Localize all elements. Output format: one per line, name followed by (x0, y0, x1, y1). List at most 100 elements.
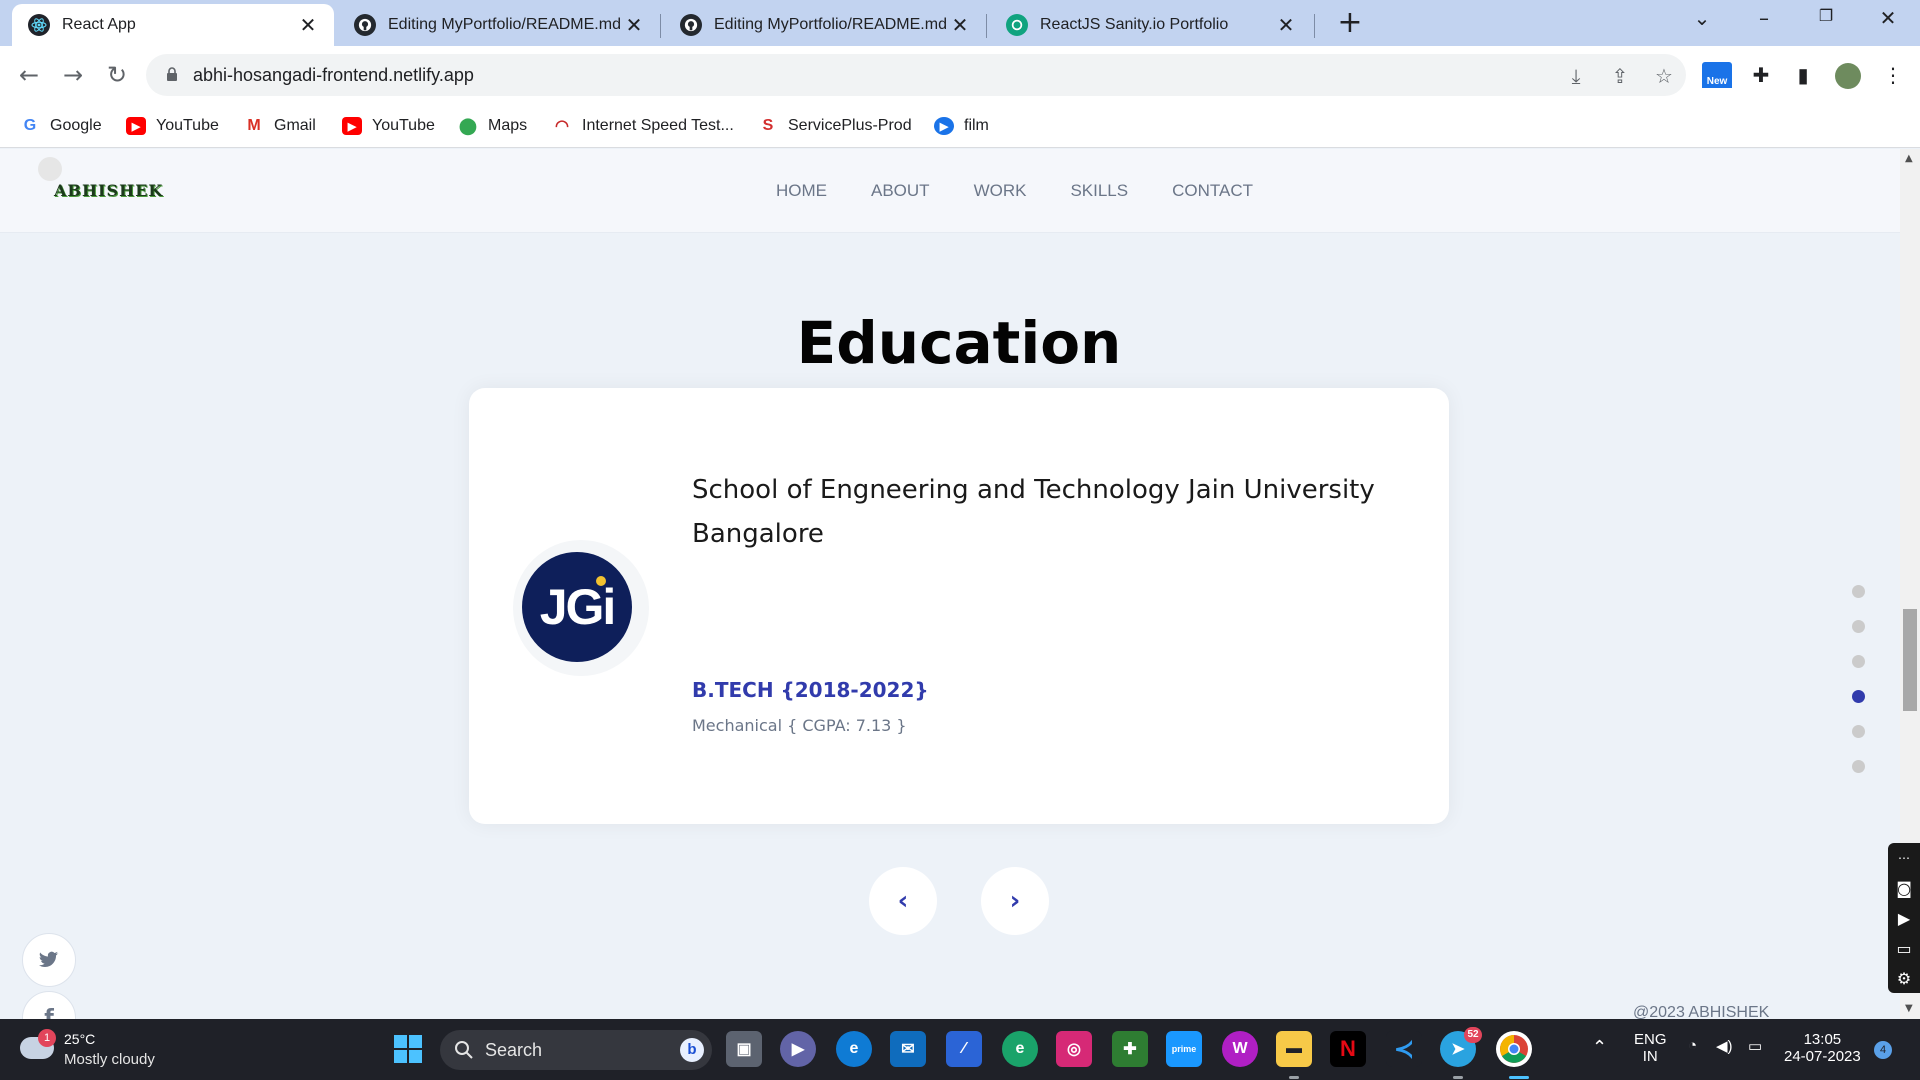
more-menu-icon[interactable]: ⋮ (1876, 58, 1910, 92)
speedtest-icon: ◠ (552, 117, 572, 135)
degree-title: B.TECH {2018-2022} (692, 678, 929, 702)
mail-icon[interactable]: ✉ (890, 1031, 926, 1067)
clock[interactable]: 13:05 24-07-2023 (1784, 1031, 1861, 1065)
game-app-icon[interactable]: ✚ (1112, 1031, 1148, 1067)
show-hidden-icons-chevron-icon[interactable]: ⌃ (1592, 1037, 1607, 1058)
facebook-icon[interactable]: f (22, 991, 76, 1019)
section-dot-work[interactable] (1852, 655, 1865, 668)
section-dot-skills-active[interactable] (1852, 690, 1865, 703)
forward-button[interactable]: → (56, 58, 90, 92)
new-tab-button[interactable]: + (1332, 8, 1368, 40)
nav-link-work[interactable]: WORK (974, 181, 1027, 201)
bookmark-serviceplus[interactable]: S ServicePlus-Prod (758, 112, 912, 140)
tab-search-chevron-icon[interactable]: ⌄ (1682, 6, 1722, 36)
side-panel-icon[interactable]: ▮ (1786, 58, 1820, 92)
google-icon: G (20, 117, 40, 135)
bookmark-star-icon[interactable]: ☆ (1652, 64, 1676, 88)
language-indicator[interactable]: ENG IN (1634, 1031, 1667, 1065)
edge-icon[interactable]: e (836, 1031, 872, 1067)
bookmark-youtube-1[interactable]: ▶ YouTube (126, 112, 219, 140)
volume-icon[interactable]: ◀) (1716, 1037, 1733, 1055)
nav-link-contact[interactable]: CONTACT (1172, 181, 1253, 201)
section-dot-contact[interactable] (1852, 760, 1865, 773)
prime-video-icon[interactable]: prime (1166, 1031, 1202, 1067)
github-icon (354, 14, 376, 36)
windows-taskbar: 1 25°C Mostly cloudy Search b ▣ ▶ e ✉ ⁄ … (0, 1019, 1920, 1080)
restore-button[interactable]: ❐ (1806, 6, 1846, 36)
battery-icon[interactable]: ▭ (1748, 1037, 1762, 1055)
tab-react-app[interactable]: React App ✕ (12, 4, 334, 46)
chrome-icon[interactable] (1496, 1031, 1532, 1067)
video-icon[interactable]: ▶ (1888, 903, 1920, 933)
next-button[interactable]: › (981, 867, 1049, 935)
bookmark-label: YouTube (156, 117, 219, 134)
share-icon[interactable]: ⇪ (1608, 64, 1632, 88)
bookmark-film[interactable]: ▶ film (934, 112, 989, 140)
tab-readme-1[interactable]: Editing MyPortfolio/README.md ✕ (338, 4, 660, 46)
clock-date: 24-07-2023 (1784, 1048, 1861, 1065)
close-tab-icon[interactable]: ✕ (1274, 13, 1298, 38)
whiteboard-icon[interactable]: ⁄ (946, 1031, 982, 1067)
bookmark-speed-test[interactable]: ◠ Internet Speed Test... (552, 112, 734, 140)
tab-readme-2[interactable]: Editing MyPortfolio/README.md ✕ (664, 4, 986, 46)
bookmark-maps[interactable]: ⬤ Maps (458, 112, 527, 140)
close-window-button[interactable]: ✕ (1868, 6, 1908, 36)
file-explorer-icon[interactable]: ▬ (1276, 1031, 1312, 1067)
window-capture-icon[interactable]: ▭ (1888, 933, 1920, 963)
tab-sanity-portfolio[interactable]: ReactJS Sanity.io Portfolio ✕ (990, 4, 1312, 46)
address-bar[interactable]: abhi-hosangadi-frontend.netlify.app ⤓ ⇪ … (146, 54, 1686, 96)
search-label: Search (485, 1040, 543, 1060)
edge-beta-icon[interactable]: e (1002, 1031, 1038, 1067)
bookmark-label: YouTube (372, 117, 435, 134)
nav-link-about[interactable]: ABOUT (871, 181, 930, 201)
openai-icon (1006, 14, 1028, 36)
close-tab-icon[interactable]: ✕ (948, 13, 972, 38)
new-badge: New (1702, 76, 1732, 88)
install-app-icon[interactable]: ⤓ (1564, 64, 1588, 88)
section-dot-about[interactable] (1852, 620, 1865, 633)
profile-avatar[interactable] (1830, 58, 1864, 92)
settings-gear-icon[interactable]: ⚙ (1888, 963, 1920, 993)
extension-new-icon[interactable]: New (1700, 58, 1734, 92)
netflix-icon[interactable]: N (1330, 1031, 1366, 1067)
bookmarks-bar: G Google ▶ YouTube M Gmail ▶ YouTube ⬤ M… (0, 104, 1920, 148)
extensions-puzzle-icon[interactable]: ✚ (1744, 58, 1778, 92)
vscode-icon[interactable]: ≺ (1386, 1031, 1422, 1067)
twitter-icon[interactable] (22, 933, 76, 987)
teams-chat-icon[interactable]: ▶ (780, 1031, 816, 1067)
bing-icon[interactable]: b (680, 1038, 704, 1062)
bookmark-youtube-2[interactable]: ▶ YouTube (342, 112, 435, 140)
logo-decoration (38, 157, 62, 181)
bookmark-gmail[interactable]: M Gmail (244, 112, 316, 140)
wps-office-icon[interactable]: W (1222, 1031, 1258, 1067)
notification-count[interactable]: 4 (1874, 1041, 1892, 1059)
bookmark-google[interactable]: G Google (20, 112, 102, 140)
reload-button[interactable]: ↻ (100, 58, 134, 92)
close-tab-icon[interactable]: ✕ (622, 13, 646, 38)
task-view-icon[interactable]: ▣ (726, 1031, 762, 1067)
wifi-icon[interactable]: ◔ (1688, 1037, 1697, 1054)
site-logo[interactable]: ABHISHEK (54, 181, 163, 200)
section-dot-home[interactable] (1852, 585, 1865, 598)
taskbar-search[interactable]: Search b (440, 1030, 712, 1070)
start-button[interactable] (390, 1031, 426, 1067)
scroll-down-icon[interactable]: ▼ (1905, 1003, 1913, 1014)
bookmark-label: Internet Speed Test... (582, 117, 734, 134)
previous-button[interactable]: ‹ (869, 867, 937, 935)
scroll-up-icon[interactable]: ▲ (1905, 153, 1913, 164)
section-dot-testimonial[interactable] (1852, 725, 1865, 738)
nav-link-skills[interactable]: SKILLS (1070, 181, 1128, 201)
institution-logo-text: JGi (539, 579, 617, 635)
weather-widget[interactable]: 1 25°C Mostly cloudy (20, 1029, 220, 1071)
close-tab-icon[interactable]: ✕ (296, 13, 320, 38)
telegram-icon[interactable]: ➤ 52 (1440, 1027, 1482, 1067)
minimize-button[interactable]: – (1744, 6, 1784, 36)
scrollbar-thumb[interactable] (1903, 609, 1917, 711)
tab-title: ReactJS Sanity.io Portfolio (1040, 16, 1229, 33)
browser-toolbar: ← → ↻ abhi-hosangadi-frontend.netlify.ap… (0, 46, 1920, 104)
back-button[interactable]: ← (12, 58, 46, 92)
nav-link-home[interactable]: HOME (776, 181, 827, 201)
instagram-icon[interactable]: ◎ (1056, 1031, 1092, 1067)
link-icon[interactable]: ⋯ (1888, 843, 1920, 873)
camera-icon[interactable]: ◙ (1888, 873, 1920, 903)
